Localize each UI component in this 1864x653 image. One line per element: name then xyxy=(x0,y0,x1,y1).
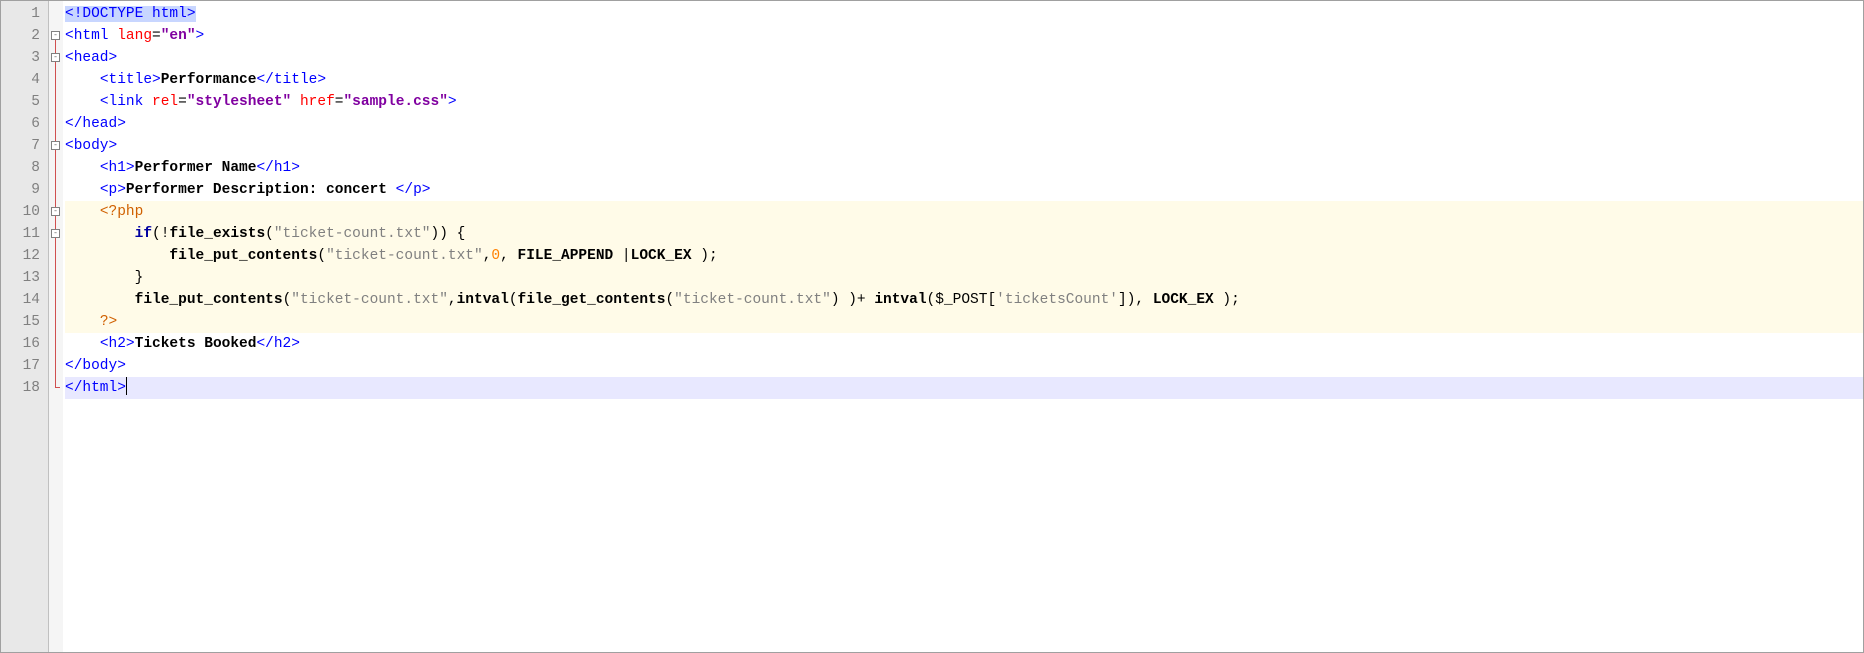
text-caret xyxy=(126,377,127,395)
line-number: 6 xyxy=(1,113,48,135)
line-number: 9 xyxy=(1,179,48,201)
code-area[interactable]: <!DOCTYPE html> <html lang="en"> <head> … xyxy=(63,1,1863,652)
code-line[interactable]: <title>Performance</title> xyxy=(65,69,1863,91)
line-number: 16 xyxy=(1,333,48,355)
code-line[interactable]: </body> xyxy=(65,355,1863,377)
code-line[interactable]: <!DOCTYPE html> xyxy=(65,3,1863,25)
code-line[interactable]: <h2>Tickets Booked</h2> xyxy=(65,333,1863,355)
line-number-gutter: 123456789101112131415161718 xyxy=(1,1,49,652)
code-line-current[interactable]: </html> xyxy=(65,377,1863,399)
code-line[interactable]: </head> xyxy=(65,113,1863,135)
code-line[interactable]: <head> xyxy=(65,47,1863,69)
fold-toggle[interactable]: - xyxy=(51,53,60,62)
line-number: 2 xyxy=(1,25,48,47)
code-line[interactable]: <?php xyxy=(65,201,1863,223)
fold-toggle[interactable]: - xyxy=(51,141,60,150)
line-number: 4 xyxy=(1,69,48,91)
line-number: 14 xyxy=(1,289,48,311)
line-number: 17 xyxy=(1,355,48,377)
code-line[interactable]: ?> xyxy=(65,311,1863,333)
code-line[interactable]: <body> xyxy=(65,135,1863,157)
code-line[interactable]: <html lang="en"> xyxy=(65,25,1863,47)
line-number: 1 xyxy=(1,3,48,25)
fold-toggle[interactable]: - xyxy=(51,207,60,216)
fold-column: - - - - - xyxy=(49,1,63,652)
fold-toggle[interactable]: - xyxy=(51,229,60,238)
line-number: 8 xyxy=(1,157,48,179)
code-line[interactable]: } xyxy=(65,267,1863,289)
fold-toggle[interactable]: - xyxy=(51,31,60,40)
line-number: 5 xyxy=(1,91,48,113)
code-editor: 123456789101112131415161718 ----- <!DOCT… xyxy=(1,1,1863,652)
line-number: 12 xyxy=(1,245,48,267)
code-line[interactable]: file_put_contents("ticket-count.txt",0, … xyxy=(65,245,1863,267)
line-number: 11 xyxy=(1,223,48,245)
line-number: 13 xyxy=(1,267,48,289)
line-number: 10 xyxy=(1,201,48,223)
code-line[interactable]: <p>Performer Description: concert </p> xyxy=(65,179,1863,201)
line-number: 3 xyxy=(1,47,48,69)
code-line[interactable]: if(!file_exists("ticket-count.txt")) { xyxy=(65,223,1863,245)
code-line[interactable]: <link rel="stylesheet" href="sample.css"… xyxy=(65,91,1863,113)
line-number: 18 xyxy=(1,377,48,399)
code-line[interactable]: <h1>Performer Name</h1> xyxy=(65,157,1863,179)
line-number: 15 xyxy=(1,311,48,333)
code-line[interactable]: file_put_contents("ticket-count.txt",int… xyxy=(65,289,1863,311)
line-number: 7 xyxy=(1,135,48,157)
